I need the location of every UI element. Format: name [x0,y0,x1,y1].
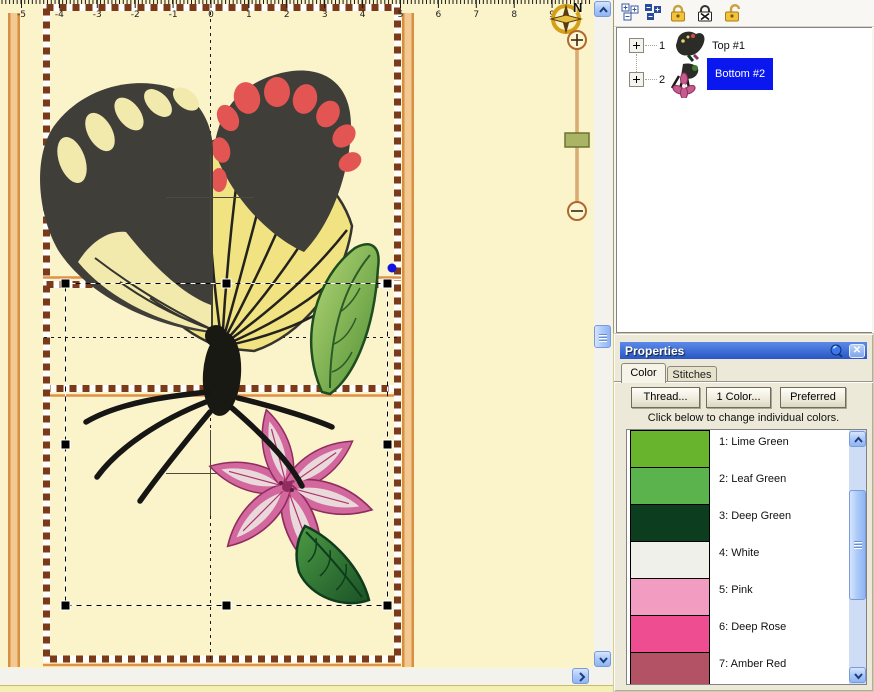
horizontal-scrollbar[interactable] [0,668,612,685]
color-swatch[interactable] [630,541,710,579]
layer-2-label-selected[interactable]: Bottom #2 [707,58,773,90]
pin-icon[interactable] [830,344,843,357]
hoop-rail-right [402,13,414,667]
color-swatch[interactable] [630,652,710,685]
tree-connector [645,79,657,80]
ruler-label: -1 [169,10,178,20]
compass-north-label: N [573,0,582,15]
preferred-button[interactable]: Preferred [780,387,846,408]
color-label: 6: Deep Rose [719,621,786,633]
expand-branches-icon[interactable] [621,3,641,23]
layers-toolbar [614,0,874,27]
color-row[interactable]: 3: Deep Green [627,504,866,542]
tab-stitches[interactable]: Stitches [667,366,717,383]
color-swatch[interactable] [630,504,710,542]
zoom-out-button[interactable] [568,202,586,220]
lock-closed-icon[interactable] [668,3,688,23]
color-swatch[interactable] [630,578,710,616]
vertical-scrollbar[interactable] [594,0,612,668]
color-scroll-thumb[interactable] [849,490,866,600]
color-list-scrollbar[interactable] [849,430,866,684]
color-label: 5: Pink [719,584,753,596]
status-strip [0,685,613,692]
one-color-button[interactable]: 1 Color... [706,387,771,408]
ruler-label: 8 [511,10,517,20]
ruler-label: 7 [473,10,479,20]
color-row[interactable]: 6: Deep Rose [627,615,866,653]
color-row[interactable]: 4: White [627,541,866,579]
vertical-scroll-thumb[interactable] [594,325,611,348]
layer-1-number: 1 [659,40,665,52]
ruler-label: -4 [55,10,64,20]
design-canvas[interactable]: -5-4-3-2-10123456789 N [0,0,613,692]
ruler-label: -5 [17,10,26,20]
color-hint-text: Click below to change individual colors. [614,412,873,424]
layers-object-list[interactable]: 1 Top #1 2 [616,27,872,333]
layer-1-thumbnail[interactable] [672,28,708,65]
embroidery-editor-window: -5-4-3-2-10123456789 N [0,0,874,692]
color-row[interactable]: 5: Pink [627,578,866,616]
color-label: 1: Lime Green [719,436,789,448]
layers-panel: 1 Top #1 2 [613,0,874,333]
expand-item-1-button[interactable] [629,38,644,53]
ruler-label: 1 [246,10,252,20]
lock-crossed-icon[interactable] [695,3,715,23]
ruler-label: 2 [284,10,290,20]
color-label: 2: Leaf Green [719,473,786,485]
thread-button[interactable]: Thread... [631,387,700,408]
properties-titlebar: Properties ✕ [620,342,867,359]
zoom-slider[interactable] [560,30,594,222]
color-swatch[interactable] [630,615,710,653]
ruler-label: 6 [436,10,442,20]
tab-color[interactable]: Color [621,363,666,383]
color-label: 4: White [719,547,759,559]
close-icon[interactable]: ✕ [849,344,865,358]
tree-connector [645,45,657,46]
zoom-slider-handle[interactable] [565,133,589,147]
color-swatch[interactable] [630,430,710,468]
ruler-label: -3 [93,10,102,20]
color-scroll-up-button[interactable] [849,431,866,447]
ruler-label: 5 [398,10,404,20]
color-row[interactable]: 1: Lime Green [627,430,866,468]
scroll-right-button[interactable] [572,668,589,684]
scroll-up-button[interactable] [594,1,611,17]
layer-1-label[interactable]: Top #1 [712,40,745,52]
layer-2-number: 2 [659,74,665,86]
expand-item-2-button[interactable] [629,72,644,87]
color-list[interactable]: 1: Lime Green 2: Leaf Green 3: Deep Green 4… [626,429,867,685]
ruler-label: 0 [208,10,214,20]
color-row[interactable]: 7: Amber Red [627,652,866,685]
color-label: 3: Deep Green [719,510,791,522]
hoop-rail-left [8,13,20,667]
color-scroll-down-button[interactable] [849,667,866,683]
color-label: 7: Amber Red [719,658,786,670]
ruler-label: 3 [322,10,328,20]
ruler-label: -2 [131,10,140,20]
properties-panel: Properties ✕ Color Stitches Thread... 1 … [613,333,874,692]
layer-2-thumbnail[interactable] [669,62,707,101]
collapse-branches-icon[interactable] [644,3,664,23]
start-point-marker [388,264,397,273]
tree-connector [636,54,637,74]
lock-open-icon[interactable] [722,3,742,23]
zoom-in-button[interactable] [568,31,586,49]
scroll-down-button[interactable] [594,651,611,667]
color-swatch[interactable] [630,467,710,505]
color-row[interactable]: 2: Leaf Green [627,467,866,505]
properties-title: Properties [620,344,830,358]
ruler-label: 4 [360,10,366,20]
